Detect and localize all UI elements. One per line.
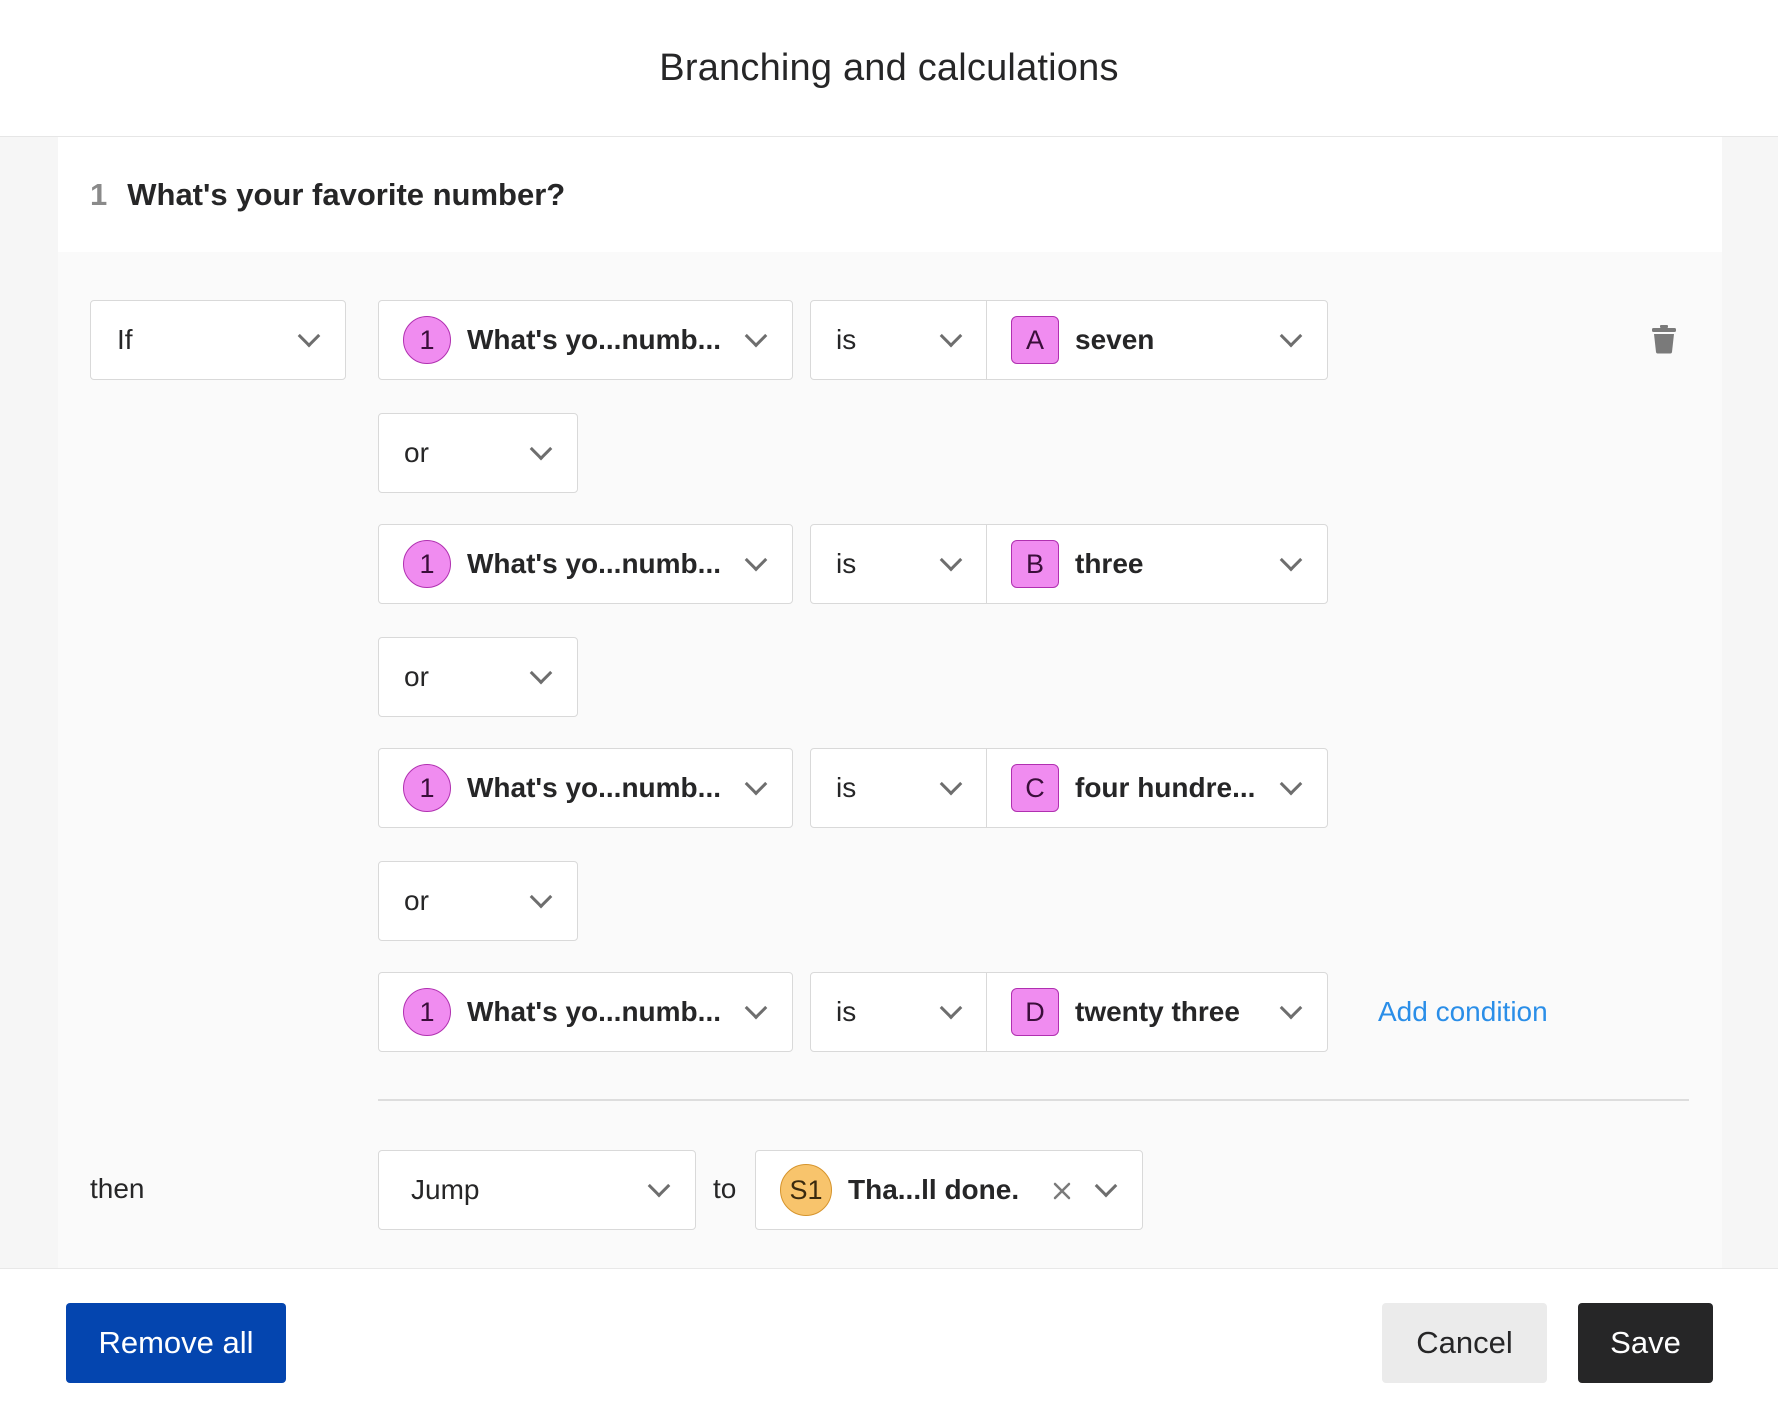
question-title: What's your favorite number?: [127, 176, 566, 212]
condition-operator-dropdown[interactable]: is: [810, 748, 988, 828]
choice-badge: C: [1011, 764, 1059, 812]
connector-label: or: [404, 661, 429, 692]
condition-value-label: twenty three: [1075, 996, 1240, 1027]
if-dropdown[interactable]: If: [90, 300, 346, 380]
chevron-down-icon: [939, 324, 963, 348]
chevron-down-icon: [1094, 1174, 1118, 1198]
chevron-down-icon: [744, 772, 768, 796]
action-label: Jump: [411, 1174, 480, 1205]
condition-value-dropdown[interactable]: A seven: [986, 300, 1328, 380]
condition-question-label: What's yo...numb...: [467, 996, 721, 1027]
condition-question-dropdown[interactable]: 1 What's yo...numb...: [378, 524, 793, 604]
choice-badge: D: [1011, 988, 1059, 1036]
operator-label: is: [836, 772, 857, 803]
choice-badge: B: [1011, 540, 1059, 588]
chevron-down-icon: [1279, 548, 1303, 572]
connector-label: or: [404, 437, 429, 468]
logic-panel: 1 What's your favorite number? If 1 What…: [58, 137, 1722, 1268]
connector-dropdown[interactable]: or: [378, 413, 578, 493]
add-condition-link[interactable]: Add condition: [1378, 996, 1548, 1028]
dialog-body: 1 What's your favorite number? If 1 What…: [0, 137, 1778, 1268]
operator-label: is: [836, 324, 857, 355]
condition-value-label: four hundre...: [1075, 772, 1256, 803]
condition-value-label: three: [1075, 548, 1144, 579]
chevron-down-icon: [529, 885, 553, 909]
remove-all-button[interactable]: Remove all: [66, 1303, 286, 1383]
cancel-button[interactable]: Cancel: [1382, 1303, 1547, 1383]
dialog-title: Branching and calculations: [659, 46, 1119, 89]
question-badge: 1: [403, 988, 451, 1036]
chevron-down-icon: [939, 996, 963, 1020]
statement-badge: S1: [780, 1164, 832, 1216]
condition-operator-dropdown[interactable]: is: [810, 972, 988, 1052]
condition-question-label: What's yo...numb...: [467, 772, 721, 803]
chevron-down-icon: [1279, 996, 1303, 1020]
close-icon[interactable]: [1051, 1180, 1073, 1202]
choice-badge: A: [1011, 316, 1059, 364]
question-badge: 1: [403, 540, 451, 588]
trash-icon[interactable]: [1651, 324, 1677, 354]
chevron-down-icon: [1279, 324, 1303, 348]
question-header: 1 What's your favorite number?: [58, 137, 1722, 252]
condition-question-dropdown[interactable]: 1 What's yo...numb...: [378, 748, 793, 828]
chevron-down-icon: [297, 324, 321, 348]
condition-question-dropdown[interactable]: 1 What's yo...numb...: [378, 300, 793, 380]
question-number: 1: [90, 176, 108, 212]
chevron-down-icon: [529, 437, 553, 461]
chevron-down-icon: [744, 324, 768, 348]
save-button[interactable]: Save: [1578, 1303, 1713, 1383]
condition-value-dropdown[interactable]: C four hundre...: [986, 748, 1328, 828]
chevron-down-icon: [939, 772, 963, 796]
chevron-down-icon: [529, 661, 553, 685]
condition-question-dropdown[interactable]: 1 What's yo...numb...: [378, 972, 793, 1052]
connector-dropdown[interactable]: or: [378, 637, 578, 717]
question-badge: 1: [403, 764, 451, 812]
condition-value-dropdown[interactable]: B three: [986, 524, 1328, 604]
if-label: If: [117, 324, 133, 355]
jump-target-dropdown[interactable]: S1 Tha...ll done.: [755, 1150, 1143, 1230]
then-label: then: [90, 1173, 145, 1204]
chevron-down-icon: [647, 1174, 671, 1198]
connector-label: or: [404, 885, 429, 916]
chevron-down-icon: [1279, 772, 1303, 796]
jump-target-label: Tha...ll done.: [848, 1174, 1020, 1205]
section-divider: [378, 1099, 1689, 1101]
condition-question-label: What's yo...numb...: [467, 548, 721, 579]
operator-label: is: [836, 996, 857, 1027]
to-label: to: [713, 1173, 737, 1204]
chevron-down-icon: [744, 996, 768, 1020]
chevron-down-icon: [744, 548, 768, 572]
chevron-down-icon: [939, 548, 963, 572]
connector-dropdown[interactable]: or: [378, 861, 578, 941]
condition-operator-dropdown[interactable]: is: [810, 300, 988, 380]
condition-operator-dropdown[interactable]: is: [810, 524, 988, 604]
condition-value-dropdown[interactable]: D twenty three: [986, 972, 1328, 1052]
operator-label: is: [836, 548, 857, 579]
dialog-footer: Remove all Cancel Save: [0, 1268, 1778, 1406]
question-badge: 1: [403, 316, 451, 364]
condition-question-label: What's yo...numb...: [467, 324, 721, 355]
condition-value-label: seven: [1075, 324, 1155, 355]
dialog-header: Branching and calculations: [0, 0, 1778, 137]
action-dropdown[interactable]: Jump: [378, 1150, 696, 1230]
